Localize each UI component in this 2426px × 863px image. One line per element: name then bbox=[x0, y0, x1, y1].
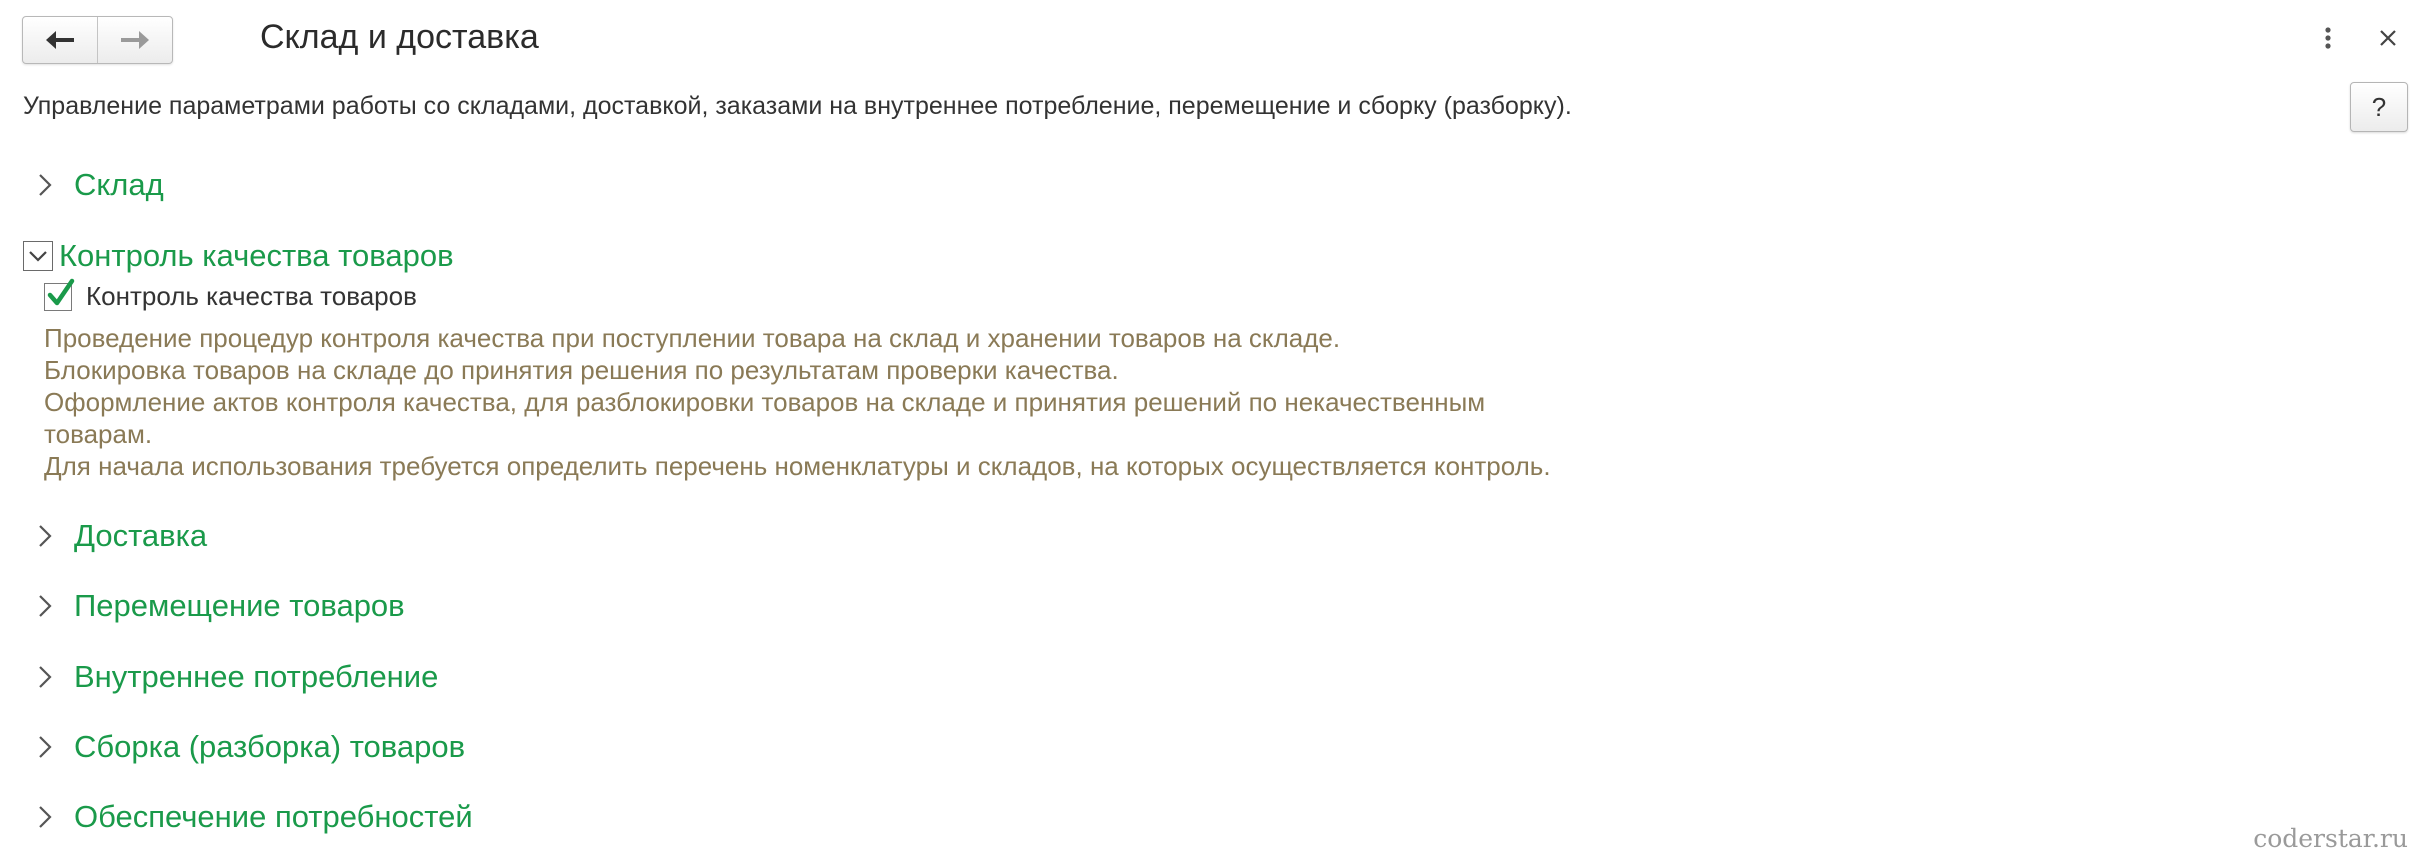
info-line: Блокировка товаров на складе до принятия… bbox=[44, 355, 1119, 385]
group-internal-consumption-label: Внутреннее потребление bbox=[74, 659, 439, 694]
quality-control-info: Проведение процедур контроля качества пр… bbox=[44, 322, 1624, 482]
window-title: Склад и доставка bbox=[260, 18, 539, 56]
chevron-down-icon bbox=[23, 241, 53, 271]
window-controls bbox=[2312, 20, 2404, 56]
close-icon bbox=[2380, 30, 2396, 46]
back-button[interactable] bbox=[23, 17, 97, 63]
help-button[interactable]: ? bbox=[2350, 82, 2408, 132]
chevron-right-icon bbox=[34, 591, 56, 621]
quality-control-checkbox-row[interactable]: Контроль качества товаров bbox=[44, 278, 417, 312]
group-quality-control[interactable]: Контроль качества товаров bbox=[23, 238, 454, 274]
info-line: Для начала использования требуется опред… bbox=[44, 451, 1551, 481]
group-supply-label: Обеспечение потребностей bbox=[74, 799, 473, 834]
group-assembly-label: Сборка (разборка) товаров bbox=[74, 729, 466, 764]
chevron-right-icon bbox=[34, 662, 56, 692]
form-description: Управление параметрами работы со складам… bbox=[23, 92, 1572, 120]
more-vertical-icon bbox=[2325, 27, 2331, 49]
info-line: Оформление актов контроля качества, для … bbox=[44, 387, 1486, 417]
group-assembly[interactable]: Сборка (разборка) товаров bbox=[28, 729, 465, 765]
chevron-right-icon bbox=[34, 170, 56, 200]
chevron-right-icon bbox=[34, 521, 56, 551]
info-line: товарам. bbox=[44, 419, 153, 449]
arrow-left-icon bbox=[46, 31, 74, 49]
group-warehouse-label: Склад bbox=[74, 167, 164, 202]
group-warehouse[interactable]: Склад bbox=[28, 167, 164, 203]
quality-control-checkbox-label: Контроль качества товаров bbox=[86, 281, 417, 311]
group-supply[interactable]: Обеспечение потребностей bbox=[28, 799, 473, 835]
checkmark-icon bbox=[47, 278, 75, 305]
info-line: Проведение процедур контроля качества пр… bbox=[44, 323, 1341, 353]
quality-control-checkbox[interactable] bbox=[44, 278, 75, 311]
forward-button[interactable] bbox=[97, 17, 172, 63]
more-actions-button[interactable] bbox=[2312, 20, 2344, 56]
group-transfer[interactable]: Перемещение товаров bbox=[28, 588, 405, 624]
close-button[interactable] bbox=[2372, 20, 2404, 56]
navigation-button-group bbox=[22, 16, 173, 64]
group-internal-consumption[interactable]: Внутреннее потребление bbox=[28, 659, 438, 695]
arrow-right-icon bbox=[121, 31, 149, 49]
group-quality-control-label: Контроль качества товаров bbox=[59, 238, 454, 273]
navigation-toolbar bbox=[22, 16, 173, 64]
chevron-right-icon bbox=[34, 732, 56, 762]
group-delivery[interactable]: Доставка bbox=[28, 518, 207, 554]
watermark: coderstar.ru bbox=[2253, 824, 2408, 853]
chevron-right-icon bbox=[34, 802, 56, 832]
group-delivery-label: Доставка bbox=[74, 518, 208, 553]
group-transfer-label: Перемещение товаров bbox=[74, 588, 405, 623]
